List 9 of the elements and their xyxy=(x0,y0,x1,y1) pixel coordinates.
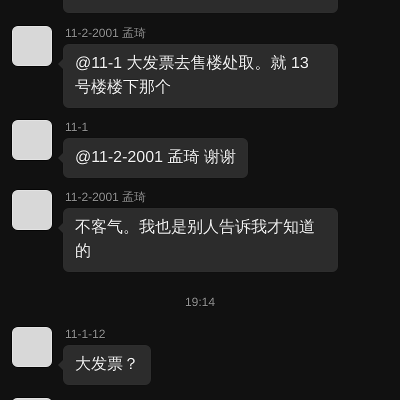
message-bubble: @11-1 大发票去售楼处取。就 13 号楼楼下那个 xyxy=(63,44,338,108)
message-bubble: 大发票？ xyxy=(63,345,151,385)
timestamp: 19:14 xyxy=(184,294,216,311)
sender-name: 11-2-2001 孟琦 xyxy=(64,26,148,41)
message-bubble: @11-2-2001 孟琦 谢谢 xyxy=(63,138,248,178)
message-bubble: 不客气。我也是别人告诉我才知道的 xyxy=(63,208,338,272)
sender-name: 11-1 xyxy=(64,120,90,135)
sender-name: 11-1-12 xyxy=(64,327,106,342)
sender-name: 11-2-2001 孟琦 xyxy=(64,190,148,205)
